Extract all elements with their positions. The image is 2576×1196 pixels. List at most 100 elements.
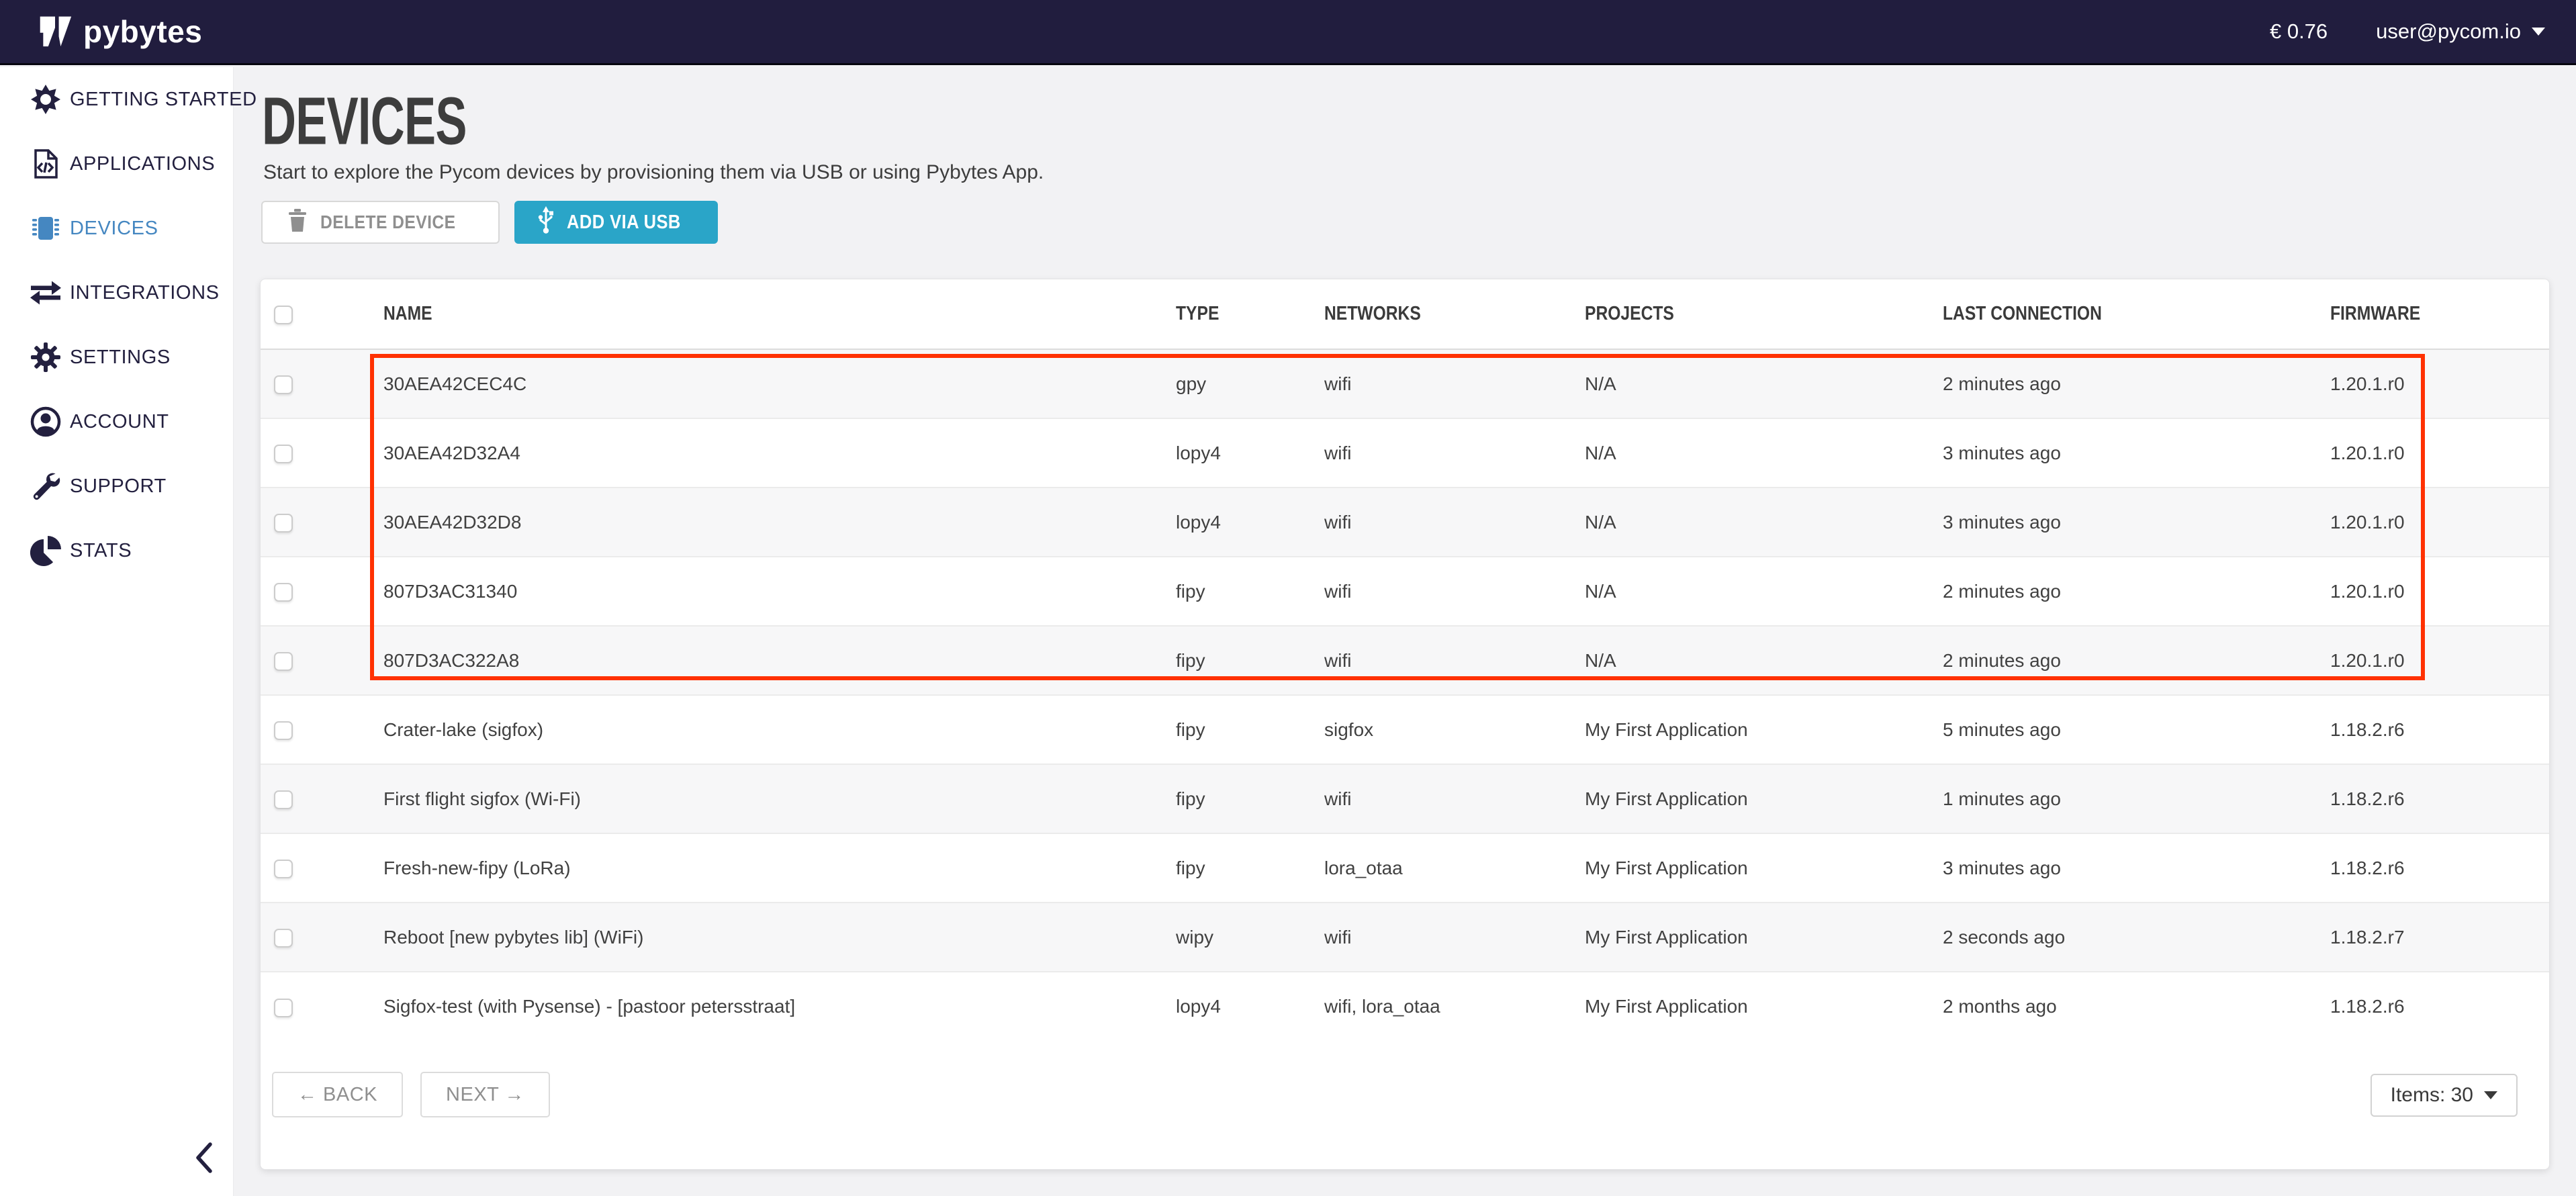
sidebar-collapse-button[interactable] [187, 1140, 224, 1178]
row-checkbox[interactable] [274, 445, 293, 463]
projects-cell: N/A [1558, 557, 1916, 626]
user-menu[interactable]: user@pycom.io [2376, 19, 2545, 44]
last-connection-cell: 3 minutes ago [1916, 488, 2303, 557]
next-button[interactable]: NEXT → [420, 1072, 550, 1117]
sidebar-item-devices[interactable]: DEVICES [0, 196, 233, 261]
select-all-checkbox[interactable] [274, 306, 293, 324]
row-checkbox[interactable] [274, 999, 293, 1017]
table-row[interactable]: 30AEA42CEC4CgpywifiN/A2 minutes ago1.20.… [261, 349, 2550, 418]
table-row[interactable]: Fresh-new-fipy (LoRa)fipylora_otaaMy Fir… [261, 833, 2550, 903]
type-cell: wipy [1149, 903, 1297, 972]
device-name-cell: Reboot [new pybytes lib] (WiFi) [357, 903, 1149, 972]
sidebar-item-stats[interactable]: STATS [0, 518, 233, 583]
row-checkbox[interactable] [274, 514, 293, 533]
delete-device-button[interactable]: DELETE DEVICE [261, 201, 500, 244]
last-connection-cell: 2 months ago [1916, 972, 2303, 1041]
wrench-icon [30, 470, 62, 502]
last-connection-cell: 3 minutes ago [1916, 418, 2303, 488]
header-checkbox-cell [261, 279, 357, 349]
column-header-firmware: FIRMWARE [2303, 279, 2550, 349]
row-checkbox[interactable] [274, 583, 293, 602]
device-name-cell: 30AEA42CEC4C [357, 349, 1149, 418]
projects-cell: My First Application [1558, 695, 1916, 764]
column-header-name: NAME [357, 279, 1149, 349]
row-checkbox-cell [261, 418, 357, 488]
projects-cell: N/A [1558, 349, 1916, 418]
logo-text: pybytes [83, 13, 202, 50]
sidebar-item-account[interactable]: ACCOUNT [0, 389, 233, 454]
table-row[interactable]: 30AEA42D32A4lopy4wifiN/A3 minutes ago1.2… [261, 418, 2550, 488]
row-checkbox[interactable] [274, 860, 293, 878]
last-connection-cell: 1 minutes ago [1916, 764, 2303, 833]
pagination: ← BACK NEXT → [272, 1072, 550, 1117]
networks-cell: sigfox [1297, 695, 1558, 764]
table-row[interactable]: First flight sigfox (Wi-Fi)fipywifiMy Fi… [261, 764, 2550, 833]
sidebar-item-label: DEVICES [70, 218, 158, 240]
chevron-left-icon [190, 1140, 221, 1179]
devices-table: NAME TYPE NETWORKS PROJECTS LAST CONNECT… [261, 279, 2550, 1041]
last-connection-cell: 2 minutes ago [1916, 557, 2303, 626]
usb-icon [536, 205, 556, 240]
gear-icon [30, 341, 62, 373]
back-button[interactable]: ← BACK [272, 1072, 403, 1117]
firmware-cell: 1.20.1.r0 [2303, 349, 2550, 418]
row-checkbox[interactable] [274, 929, 293, 948]
row-checkbox[interactable] [274, 652, 293, 671]
firmware-cell: 1.18.2.r6 [2303, 833, 2550, 903]
column-header-networks: NETWORKS [1297, 279, 1558, 349]
device-name-cell: 30AEA42D32D8 [357, 488, 1149, 557]
row-checkbox-cell [261, 488, 357, 557]
row-checkbox[interactable] [274, 721, 293, 740]
chevron-down-icon [2484, 1091, 2497, 1099]
type-cell: lopy4 [1149, 418, 1297, 488]
topbar: pybytes € 0.76 user@pycom.io [0, 0, 2576, 65]
row-checkbox-cell [261, 764, 357, 833]
column-header-type: TYPE [1149, 279, 1297, 349]
row-checkbox-cell [261, 557, 357, 626]
toolbar: DELETE DEVICE ADD VIA USB [261, 201, 718, 244]
pybytes-logo-icon [38, 11, 73, 52]
row-checkbox-cell [261, 349, 357, 418]
sidebar-item-applications[interactable]: APPLICATIONS [0, 132, 233, 196]
row-checkbox[interactable] [274, 790, 293, 809]
sidebar-item-support[interactable]: SUPPORT [0, 454, 233, 518]
firmware-cell: 1.20.1.r0 [2303, 488, 2550, 557]
device-name-cell: 30AEA42D32A4 [357, 418, 1149, 488]
page-title: DEVICES [262, 87, 467, 154]
table-row[interactable]: Crater-lake (sigfox)fipysigfoxMy First A… [261, 695, 2550, 764]
row-checkbox[interactable] [274, 375, 293, 394]
swap-arrows-icon [30, 277, 62, 309]
column-header-last-connection: LAST CONNECTION [1916, 279, 2303, 349]
page-subtitle: Start to explore the Pycom devices by pr… [263, 161, 1044, 184]
table-row[interactable]: 30AEA42D32D8lopy4wifiN/A3 minutes ago1.2… [261, 488, 2550, 557]
firmware-cell: 1.18.2.r6 [2303, 764, 2550, 833]
table-header-row: NAME TYPE NETWORKS PROJECTS LAST CONNECT… [261, 279, 2550, 349]
code-document-icon [30, 148, 62, 180]
sidebar-item-label: GETTING STARTED [70, 89, 257, 111]
type-cell: fipy [1149, 833, 1297, 903]
sidebar-item-settings[interactable]: SETTINGS [0, 325, 233, 389]
sidebar: GETTING STARTED APPLICATIONS [0, 67, 234, 1196]
firmware-cell: 1.20.1.r0 [2303, 557, 2550, 626]
sidebar-item-getting-started[interactable]: GETTING STARTED [0, 67, 233, 132]
account-balance: € 0.76 [2270, 19, 2328, 44]
table-row[interactable]: 807D3AC31340fipywifiN/A2 minutes ago1.20… [261, 557, 2550, 626]
firmware-cell: 1.18.2.r7 [2303, 903, 2550, 972]
networks-cell: wifi [1297, 903, 1558, 972]
table-row[interactable]: Reboot [new pybytes lib] (WiFi)wipywifiM… [261, 903, 2550, 972]
networks-cell: wifi [1297, 349, 1558, 418]
pie-chart-icon [30, 535, 62, 567]
table-row[interactable]: 807D3AC322A8fipywifiN/A2 minutes ago1.20… [261, 626, 2550, 695]
add-via-usb-button[interactable]: ADD VIA USB [514, 201, 718, 244]
sidebar-item-label: SUPPORT [70, 475, 167, 498]
add-via-usb-label: ADD VIA USB [567, 212, 681, 234]
last-connection-cell: 2 minutes ago [1916, 626, 2303, 695]
items-per-page-dropdown[interactable]: Items: 30 [2371, 1074, 2518, 1117]
sidebar-item-integrations[interactable]: INTEGRATIONS [0, 261, 233, 325]
networks-cell: lora_otaa [1297, 833, 1558, 903]
projects-cell: My First Application [1558, 972, 1916, 1041]
table-row[interactable]: Sigfox-test (with Pysense) - [pastoor pe… [261, 972, 2550, 1041]
device-table-body: 30AEA42CEC4CgpywifiN/A2 minutes ago1.20.… [261, 349, 2550, 1041]
row-checkbox-cell [261, 972, 357, 1041]
projects-cell: My First Application [1558, 764, 1916, 833]
